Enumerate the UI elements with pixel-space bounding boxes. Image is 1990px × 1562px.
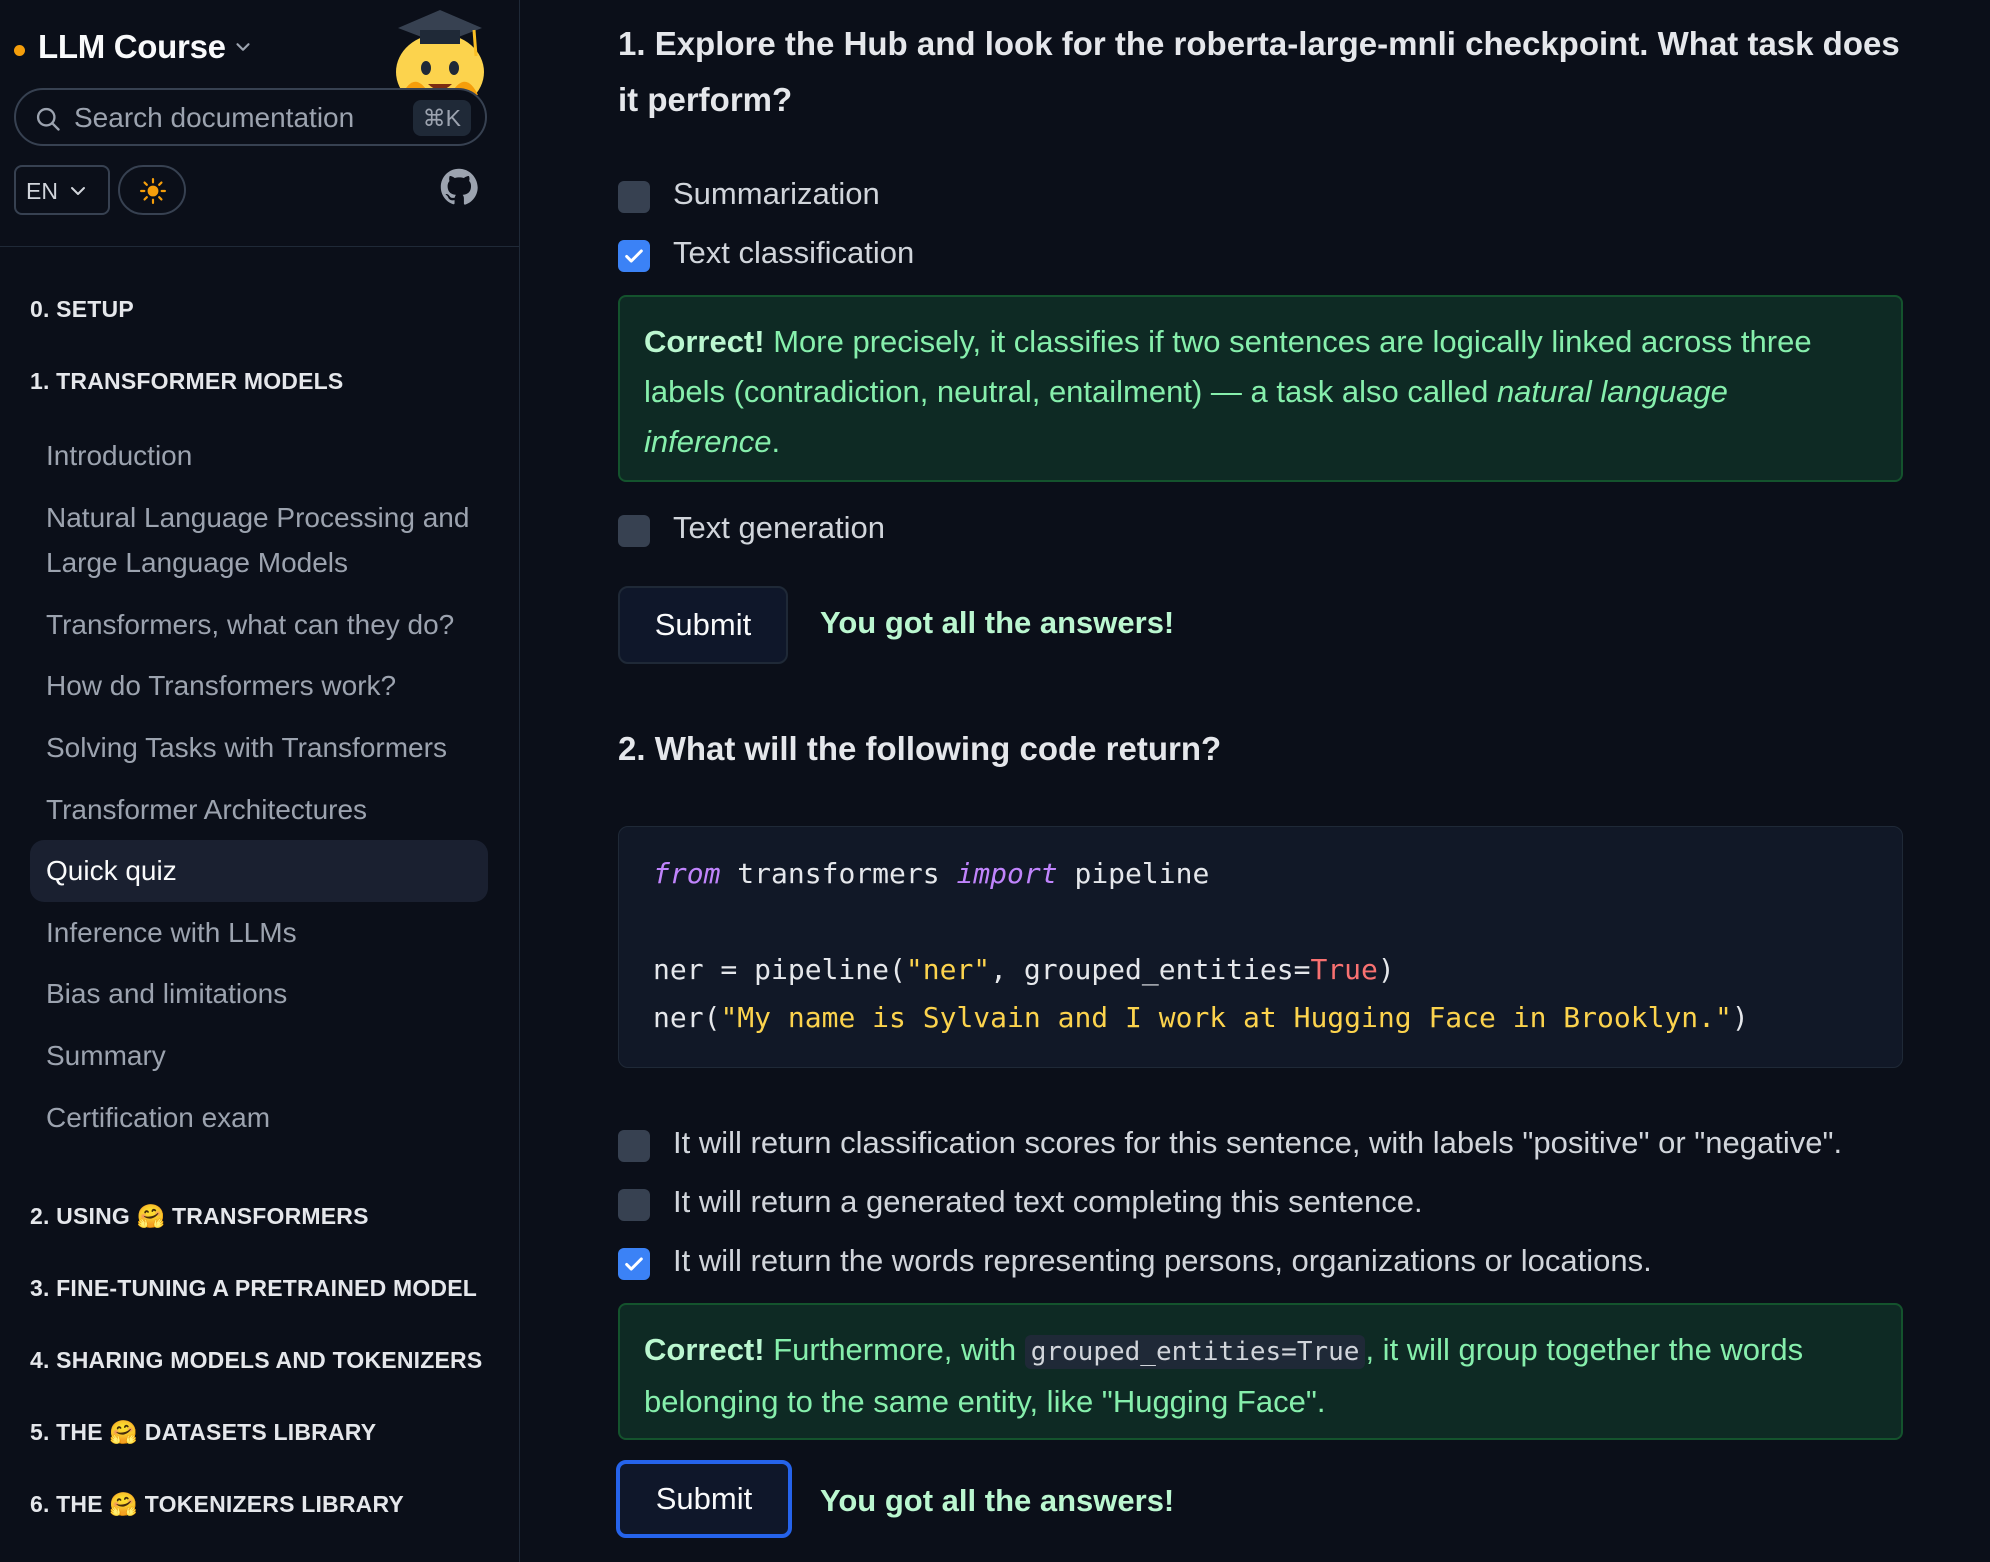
question-2-title: 2. What will the following code return?: [618, 730, 1222, 767]
sun-icon: [140, 178, 166, 204]
section-setup[interactable]: 0. SETUP: [30, 296, 134, 323]
checkbox[interactable]: [618, 181, 650, 213]
sidebar-item-transformer-architectures[interactable]: Transformer Architectures: [30, 787, 488, 832]
checkbox-checked[interactable]: [618, 240, 650, 272]
q1-option-text-classification[interactable]: Text classification: [618, 235, 1938, 275]
feedback-italic: natural language: [1496, 374, 1728, 409]
option-label: Summarization: [673, 176, 880, 211]
q1-feedback-correct: Correct! More precisely, it classifies i…: [618, 295, 1903, 482]
sidebar-item-solving-tasks[interactable]: Solving Tasks with Transformers: [30, 725, 488, 770]
q2-option-classification-scores[interactable]: It will return classification scores for…: [618, 1125, 1938, 1165]
sidebar-item-nlp-llm-line2[interactable]: Large Language Models: [30, 540, 488, 585]
chevron-down-icon: [236, 43, 250, 51]
option-label: Text generation: [673, 510, 885, 545]
feedback-text: belonging to the same entity, like "Hugg…: [644, 1384, 1326, 1419]
q1-option-text-generation[interactable]: Text generation: [618, 510, 1938, 550]
section-using-transformers[interactable]: 2. USING 🤗 TRANSFORMERS: [30, 1203, 369, 1230]
checkbox-checked[interactable]: [618, 1248, 650, 1280]
sidebar-item-inference-with-llms[interactable]: Inference with LLMs: [30, 910, 488, 955]
option-label: Text classification: [673, 235, 915, 270]
sidebar-divider: [0, 246, 519, 247]
main-content: 1. Explore the Hub and look for the robe…: [520, 0, 1990, 1562]
checkmark-icon: [625, 249, 643, 263]
language-select[interactable]: EN: [14, 165, 110, 215]
sidebar-item-introduction[interactable]: Introduction: [30, 433, 488, 478]
chevron-down-icon: [71, 187, 85, 195]
option-label: It will return the words representing pe…: [673, 1243, 1652, 1278]
option-label: It will return a generated text completi…: [673, 1184, 1423, 1219]
search-icon: [36, 107, 60, 131]
feedback-italic: inference: [644, 424, 772, 459]
inline-code: grouped_entities=True: [1024, 1335, 1366, 1369]
language-label: EN: [26, 178, 58, 204]
sidebar-item-how-transformers-work[interactable]: How do Transformers work?: [30, 663, 488, 708]
feedback-text: More precisely, it classifies if two sen…: [764, 324, 1812, 359]
status-dot: [14, 45, 25, 56]
q1-option-summarization[interactable]: Summarization: [618, 176, 1938, 216]
feedback-text: labels (contradiction, neutral, entailme…: [644, 374, 1497, 409]
question-1-title-line2: it perform?: [618, 81, 793, 118]
search-placeholder: Search documentation: [74, 102, 355, 133]
feedback-prefix: Correct!: [644, 324, 765, 359]
section-tokenizers-library[interactable]: 6. THE 🤗 TOKENIZERS LIBRARY: [30, 1491, 404, 1518]
q1-submit-button[interactable]: Submit: [618, 586, 788, 664]
checkmark-icon: [625, 1257, 643, 1271]
brand-menu[interactable]: LLM Course: [14, 10, 504, 110]
sidebar-item-certification-exam[interactable]: Certification exam: [30, 1095, 488, 1140]
app: LLM Course Search documentation ⌘K EN 0.…: [0, 0, 1990, 1562]
q2-result-text: You got all the answers!: [820, 1483, 1175, 1518]
checkbox[interactable]: [618, 1189, 650, 1221]
q2-option-named-entities[interactable]: It will return the words representing pe…: [618, 1243, 1938, 1283]
section-transformer-models[interactable]: 1. TRANSFORMER MODELS: [30, 368, 343, 395]
feedback-text: Furthermore, with: [764, 1332, 1025, 1367]
code-line-3: ner("My name is Sylvain and I work at Hu…: [653, 1001, 1749, 1034]
q2-option-generated-text[interactable]: It will return a generated text completi…: [618, 1184, 1938, 1224]
checkbox[interactable]: [618, 515, 650, 547]
search-input[interactable]: Search documentation ⌘K: [14, 88, 487, 146]
option-label: It will return classification scores for…: [673, 1125, 1843, 1160]
checkbox[interactable]: [618, 1130, 650, 1162]
sidebar-item-summary[interactable]: Summary: [30, 1033, 488, 1078]
code-line-1: from transformers import pipeline: [653, 857, 1210, 890]
section-datasets-library[interactable]: 5. THE 🤗 DATASETS LIBRARY: [30, 1419, 376, 1446]
feedback-end: .: [771, 424, 781, 459]
github-icon[interactable]: [440, 168, 478, 206]
q2-feedback-correct: Correct! Furthermore, with grouped_entit…: [618, 1303, 1903, 1440]
theme-toggle-button[interactable]: [118, 165, 186, 215]
feedback-text: , it will group together the words: [1365, 1332, 1804, 1367]
sidebar-item-nlp-llm-line1[interactable]: Natural Language Processing and: [30, 495, 488, 540]
sidebar: LLM Course Search documentation ⌘K EN 0.…: [0, 0, 520, 1562]
brand-title: LLM Course: [38, 28, 226, 65]
sidebar-item-quick-quiz[interactable]: Quick quiz: [30, 840, 488, 902]
section-sharing-models[interactable]: 4. SHARING MODELS AND TOKENIZERS: [30, 1347, 482, 1374]
code-block: from transformers import pipeline ner = …: [618, 826, 1903, 1068]
q2-submit-button[interactable]: Submit: [616, 1460, 792, 1538]
sidebar-item-bias-and-limitations[interactable]: Bias and limitations: [30, 971, 488, 1016]
code-line-2: ner = pipeline("ner", grouped_entities=T…: [653, 953, 1395, 986]
sidebar-item-transformers-what-can-they-do[interactable]: Transformers, what can they do?: [30, 602, 488, 647]
q1-result-text: You got all the answers!: [820, 605, 1175, 640]
section-fine-tuning[interactable]: 3. FINE-TUNING A PRETRAINED MODEL: [30, 1275, 477, 1302]
feedback-prefix: Correct!: [644, 1332, 765, 1367]
keyboard-shortcut-badge: ⌘K: [412, 100, 471, 136]
question-1-title-line1: 1. Explore the Hub and look for the robe…: [618, 25, 1900, 62]
